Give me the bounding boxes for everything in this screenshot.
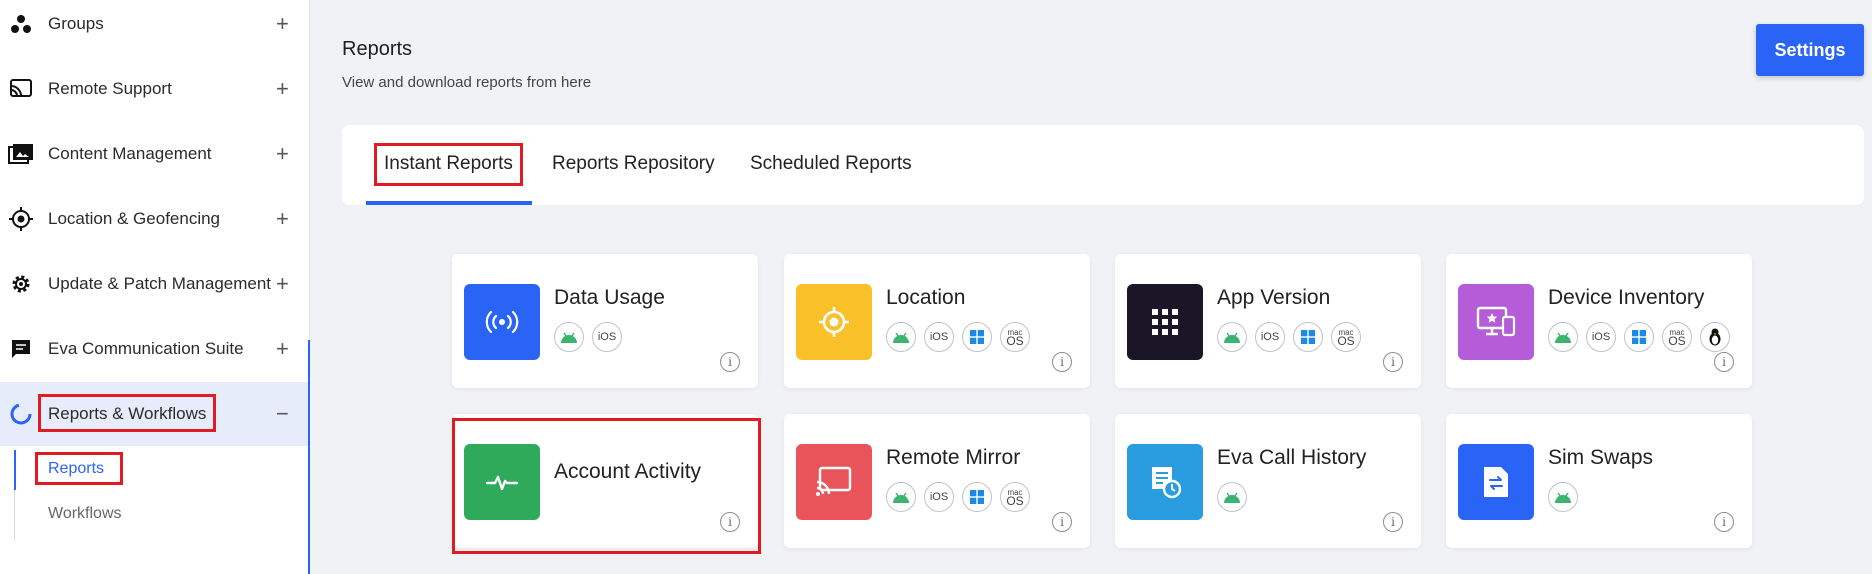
tab-scheduled-reports[interactable]: Scheduled Reports [750,153,912,175]
android-icon [1548,322,1578,352]
chat-icon [8,336,34,362]
info-icon[interactable]: i [1383,512,1403,532]
sidebar-item-eva-communication[interactable]: Eva Communication Suite + [0,317,310,381]
sidebar-item-label: Content Management [48,144,212,163]
sidebar-item-label: Remote Support [48,79,172,98]
settings-button[interactable]: Settings [1756,24,1864,76]
expand-icon[interactable]: + [276,336,289,362]
android-icon [886,482,916,512]
card-title: Eva Call History [1217,446,1367,469]
expand-icon[interactable]: + [276,206,289,232]
card-title: App Version [1217,286,1331,309]
report-card-location[interactable]: Location iOS mac OS i [784,254,1090,388]
report-card-device-inventory[interactable]: Device Inventory iOS mac OS i [1446,254,1752,388]
tab-reports-repository[interactable]: Reports Repository [552,153,715,175]
android-icon [554,322,584,352]
broadcast-icon [464,284,540,360]
cast-icon [796,444,872,520]
page-title: Reports [342,38,413,60]
device-inventory-icon [1458,284,1534,360]
report-card-app-version[interactable]: App Version iOS mac OS i [1115,254,1421,388]
groups-icon [8,11,34,37]
divider [14,490,15,540]
android-icon [1217,322,1247,352]
ios-icon: iOS [1586,322,1616,352]
ios-icon: iOS [924,482,954,512]
android-icon [1217,482,1247,512]
sidebar-item-label: Eva Communication Suite [48,339,244,358]
info-icon[interactable]: i [1052,512,1072,532]
sidebar-item-label: Update & Patch Management [48,274,272,293]
sidebar-item-location-geofencing[interactable]: Location & Geofencing + [0,187,310,251]
expand-icon[interactable]: + [276,11,289,37]
active-tab-indicator [366,201,532,205]
page-subtitle: View and download reports from here [342,74,592,91]
macos-icon: mac OS [1000,482,1030,512]
info-icon[interactable]: i [1383,352,1403,372]
info-icon[interactable]: i [1714,352,1734,372]
highlight-box [452,418,761,554]
card-title: Sim Swaps [1548,446,1654,469]
info-icon[interactable]: i [1052,352,1072,372]
macos-icon: mac OS [1662,322,1692,352]
card-title: Device Inventory [1548,286,1705,309]
expand-icon[interactable]: + [276,271,289,297]
windows-icon [1293,322,1323,352]
sidebar-subitem-workflows[interactable]: Workflows [48,505,122,523]
sidebar-item-update-patch[interactable]: Update & Patch Management + [0,252,310,316]
android-icon [1548,482,1578,512]
sidebar: Groups + Remote Support + Content Manage… [0,0,310,574]
ios-icon: iOS [1255,322,1285,352]
card-title: Remote Mirror [886,446,1021,469]
sidebar-item-groups[interactable]: Groups + [0,0,310,56]
linux-icon [1700,322,1730,352]
highlight-box [35,452,123,485]
cast-icon [8,76,34,102]
info-icon[interactable]: i [1714,512,1734,532]
spinner-icon [8,401,34,427]
call-history-icon [1127,444,1203,520]
active-indicator [14,450,16,490]
windows-icon [962,322,992,352]
collapse-icon[interactable]: − [276,401,289,427]
windows-icon [962,482,992,512]
report-card-sim-swaps[interactable]: Sim Swaps i [1446,414,1752,548]
images-icon [8,141,34,167]
report-card-data-usage[interactable]: Data Usage iOS i [452,254,758,388]
windows-icon [1624,322,1654,352]
highlight-box [374,143,523,186]
sim-swap-icon [1458,444,1534,520]
report-card-eva-call-history[interactable]: Eva Call History i [1115,414,1421,548]
tab-bar: Instant Reports Reports Repository Sched… [342,125,1864,205]
expand-icon[interactable]: + [276,141,289,167]
sidebar-item-remote-support[interactable]: Remote Support + [0,57,310,121]
expand-icon[interactable]: + [276,76,289,102]
location-target-icon [796,284,872,360]
sidebar-item-label: Location & Geofencing [48,209,221,228]
ios-icon: iOS [924,322,954,352]
crosshair-icon [8,206,34,232]
ios-icon: iOS [592,322,622,352]
gear-icon [8,271,34,297]
sidebar-item-label: Groups [48,14,104,33]
android-icon [886,322,916,352]
highlight-box [38,394,216,432]
card-title: Location [886,286,966,309]
card-title: Data Usage [554,286,665,309]
macos-icon: mac OS [1331,322,1361,352]
macos-icon: mac OS [1000,322,1030,352]
sidebar-item-content-management[interactable]: Content Management + [0,122,310,186]
app-grid-icon [1127,284,1203,360]
info-icon[interactable]: i [720,352,740,372]
report-card-remote-mirror[interactable]: Remote Mirror iOS mac OS i [784,414,1090,548]
sidebar-rail [308,340,310,574]
